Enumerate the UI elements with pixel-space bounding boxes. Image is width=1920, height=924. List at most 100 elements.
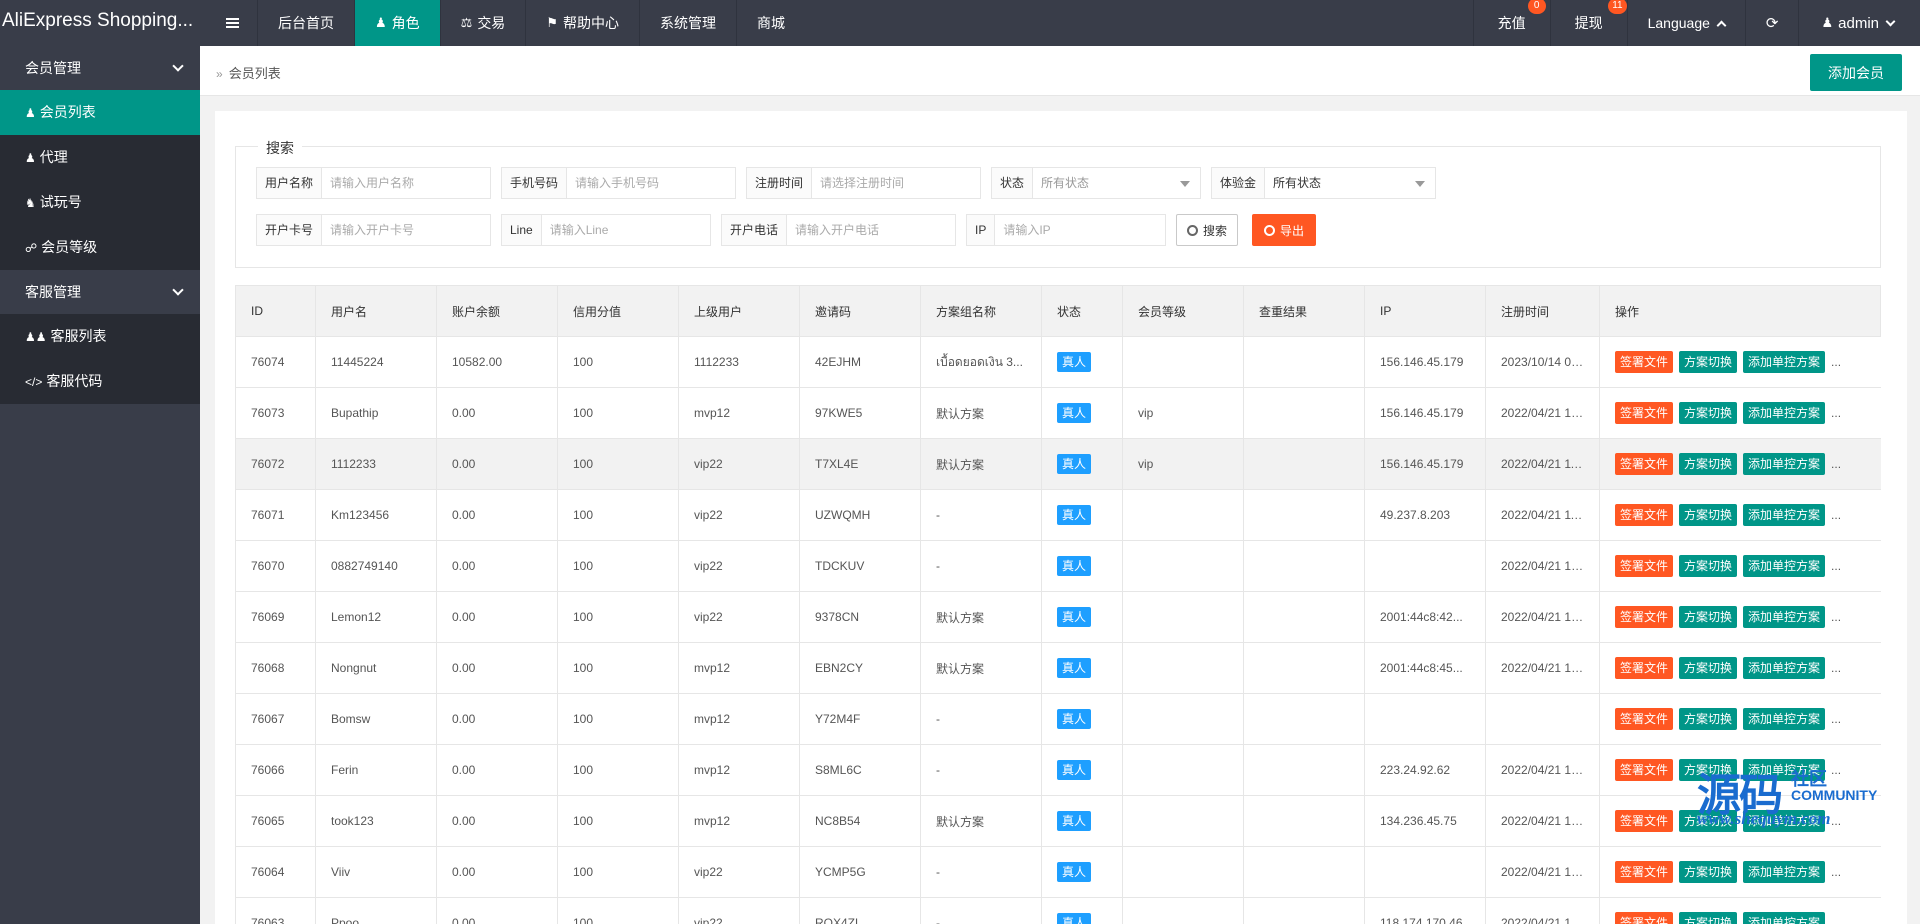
switch-plan-button[interactable]: 方案切换 <box>1679 351 1738 373</box>
sign-file-button[interactable]: 签署文件 <box>1615 351 1674 373</box>
line-input[interactable] <box>541 215 710 245</box>
add-control-plan-button[interactable]: 添加单控方案 <box>1743 657 1826 679</box>
sidebar-item-trial[interactable]: ♞ 试玩号 <box>0 180 200 225</box>
table-row[interactable]: 76073 Bupathip 0.00 100 mvp12 97KWE5 默认方案 真人 vip… <box>235 387 1881 439</box>
search-button[interactable]: 搜索 <box>1176 214 1239 246</box>
table-row[interactable]: 76074 11445224 10582.00 100 1112233 42EJHM เบื… <box>235 336 1881 388</box>
sign-file-button[interactable]: 签署文件 <box>1615 861 1674 883</box>
add-member-button[interactable]: 添加会员 <box>1810 54 1902 91</box>
table-row[interactable]: 76063 Ppoo 0.00 100 vip22 RQX4ZL - 真人 118.174.17… <box>235 897 1881 924</box>
sidebar-item-agent[interactable]: ♟ 代理 <box>0 135 200 180</box>
more-actions-icon[interactable]: ... <box>1831 814 1841 828</box>
language-menu[interactable]: Language <box>1626 0 1745 46</box>
trial-select[interactable]: 所有状态 <box>1265 168 1435 198</box>
more-actions-icon[interactable]: ... <box>1831 355 1841 369</box>
sidebar-item-support-list[interactable]: ♟♟ 客服列表 <box>0 314 200 359</box>
refresh-button[interactable]: ⟳ <box>1744 0 1799 46</box>
ip-input[interactable] <box>995 215 1165 245</box>
switch-plan-button[interactable]: 方案切换 <box>1679 606 1738 628</box>
nav-role[interactable]: ♟ 角色 <box>354 0 440 46</box>
card-input[interactable] <box>322 215 490 245</box>
switch-plan-button[interactable]: 方案切换 <box>1679 708 1738 730</box>
add-control-plan-button[interactable]: 添加单控方案 <box>1743 504 1826 526</box>
sign-file-button[interactable]: 签署文件 <box>1615 657 1674 679</box>
nav-mall[interactable]: 商城 <box>735 0 805 46</box>
sign-file-button[interactable]: 签署文件 <box>1615 912 1674 924</box>
openphone-input[interactable] <box>787 215 955 245</box>
switch-plan-button[interactable]: 方案切换 <box>1679 453 1738 475</box>
sidebar-item-member-list[interactable]: ♟ 会员列表 <box>0 90 200 135</box>
switch-plan-button[interactable]: 方案切换 <box>1679 810 1738 832</box>
sign-file-button[interactable]: 签署文件 <box>1615 504 1674 526</box>
breadcrumb: » 会员列表 <box>216 63 281 82</box>
sidebar-group-members[interactable]: 会员管理 <box>0 46 200 90</box>
sign-file-button[interactable]: 签署文件 <box>1615 606 1674 628</box>
more-actions-icon[interactable]: ... <box>1831 406 1841 420</box>
add-control-plan-button[interactable]: 添加单控方案 <box>1743 555 1826 577</box>
recharge-link[interactable]: 充值 0 <box>1472 0 1550 46</box>
add-control-plan-button[interactable]: 添加单控方案 <box>1743 810 1826 832</box>
sign-file-button[interactable]: 签署文件 <box>1615 759 1674 781</box>
nav-system[interactable]: 系统管理 <box>638 0 736 46</box>
more-actions-icon[interactable]: ... <box>1831 916 1841 924</box>
export-button[interactable]: 导出 <box>1252 214 1317 246</box>
nav-help[interactable]: ⚑ 帮助中心 <box>525 0 639 46</box>
table-row[interactable]: 76064 Viiv 0.00 100 vip22 YCMP5G - 真人 2022/04/21… <box>235 846 1881 898</box>
add-control-plan-button[interactable]: 添加单控方案 <box>1743 861 1826 883</box>
cell-time: 2023/10/14 07:45 <box>1485 336 1600 388</box>
add-control-plan-button[interactable]: 添加单控方案 <box>1743 402 1826 424</box>
export-button-label: 导出 <box>1280 223 1305 238</box>
add-control-plan-button[interactable]: 添加单控方案 <box>1743 708 1826 730</box>
add-control-plan-button[interactable]: 添加单控方案 <box>1743 453 1826 475</box>
withdraw-link[interactable]: 提现 11 <box>1549 0 1627 46</box>
nav-trade[interactable]: ⚖ 交易 <box>439 0 526 46</box>
more-actions-icon[interactable]: ... <box>1831 457 1841 471</box>
more-actions-icon[interactable]: ... <box>1831 559 1841 573</box>
table-row[interactable]: 76070 0882749140 0.00 100 vip22 TDCKUV - 真人 2022… <box>235 540 1881 592</box>
more-actions-icon[interactable]: ... <box>1831 763 1841 777</box>
add-control-plan-button[interactable]: 添加单控方案 <box>1743 351 1826 373</box>
more-actions-icon[interactable]: ... <box>1831 610 1841 624</box>
switch-plan-button[interactable]: 方案切换 <box>1679 657 1738 679</box>
sign-file-button[interactable]: 签署文件 <box>1615 402 1674 424</box>
table-row[interactable]: 76069 Lemon12 0.00 100 vip22 9378CN 默认方案 真人 2001… <box>235 591 1881 643</box>
switch-plan-button[interactable]: 方案切换 <box>1679 555 1738 577</box>
sign-file-button[interactable]: 签署文件 <box>1615 555 1674 577</box>
switch-plan-button[interactable]: 方案切换 <box>1679 861 1738 883</box>
nav-home[interactable]: 后台首页 <box>257 0 354 46</box>
table-row[interactable]: 76072 1112233 0.00 100 vip22 T7XL4E 默认方案 真人 vip 1… <box>235 438 1881 490</box>
flag-icon: ⚑ <box>546 15 558 30</box>
switch-plan-button[interactable]: 方案切换 <box>1679 504 1738 526</box>
sign-file-button[interactable]: 签署文件 <box>1615 810 1674 832</box>
sign-file-button[interactable]: 签署文件 <box>1615 708 1674 730</box>
sidebar-item-member-level[interactable]: ☍ 会员等级 <box>0 225 200 270</box>
status-select[interactable]: 所有状态 <box>1033 168 1200 198</box>
switch-plan-button[interactable]: 方案切换 <box>1679 759 1738 781</box>
user-menu[interactable]: ♟ admin <box>1798 0 1920 46</box>
phone-input[interactable] <box>567 168 735 198</box>
add-control-plan-button[interactable]: 添加单控方案 <box>1743 606 1826 628</box>
sidebar-item-support-code[interactable]: </> 客服代码 <box>0 359 200 404</box>
table-row[interactable]: 76067 Bomsw 0.00 100 mvp12 Y72M4F - 真人 签署文件 方案切换添… <box>235 693 1881 745</box>
cell-dup <box>1243 540 1365 592</box>
table-row[interactable]: 76066 Ferin 0.00 100 mvp12 S8ML6C - 真人 223.24.92… <box>235 744 1881 796</box>
switch-plan-button[interactable]: 方案切换 <box>1679 912 1738 924</box>
switch-plan-button[interactable]: 方案切换 <box>1679 402 1738 424</box>
more-actions-icon[interactable]: ... <box>1831 508 1841 522</box>
sidebar-group-support[interactable]: 客服管理 <box>0 270 200 314</box>
more-actions-icon[interactable]: ... <box>1831 661 1841 675</box>
regtime-input[interactable] <box>812 168 980 198</box>
sign-file-button[interactable]: 签署文件 <box>1615 453 1674 475</box>
regtime-label: 注册时间 <box>747 168 813 198</box>
menu-toggle-icon[interactable] <box>210 0 254 46</box>
cell-ip: 223.24.92.62 <box>1364 744 1486 796</box>
user-icon: ♟ <box>1821 15 1834 30</box>
add-control-plan-button[interactable]: 添加单控方案 <box>1743 759 1826 781</box>
table-row[interactable]: 76065 took123 0.00 100 mvp12 NC8B54 默认方案 真人 134.… <box>235 795 1881 847</box>
more-actions-icon[interactable]: ... <box>1831 865 1841 879</box>
username-input[interactable] <box>322 168 490 198</box>
table-row[interactable]: 76071 Km123456 0.00 100 vip22 UZWQMH - 真人 49.237… <box>235 489 1881 541</box>
table-row[interactable]: 76068 Nongnut 0.00 100 mvp12 EBN2CY 默认方案 真人 2001… <box>235 642 1881 694</box>
add-control-plan-button[interactable]: 添加单控方案 <box>1743 912 1826 924</box>
more-actions-icon[interactable]: ... <box>1831 712 1841 726</box>
